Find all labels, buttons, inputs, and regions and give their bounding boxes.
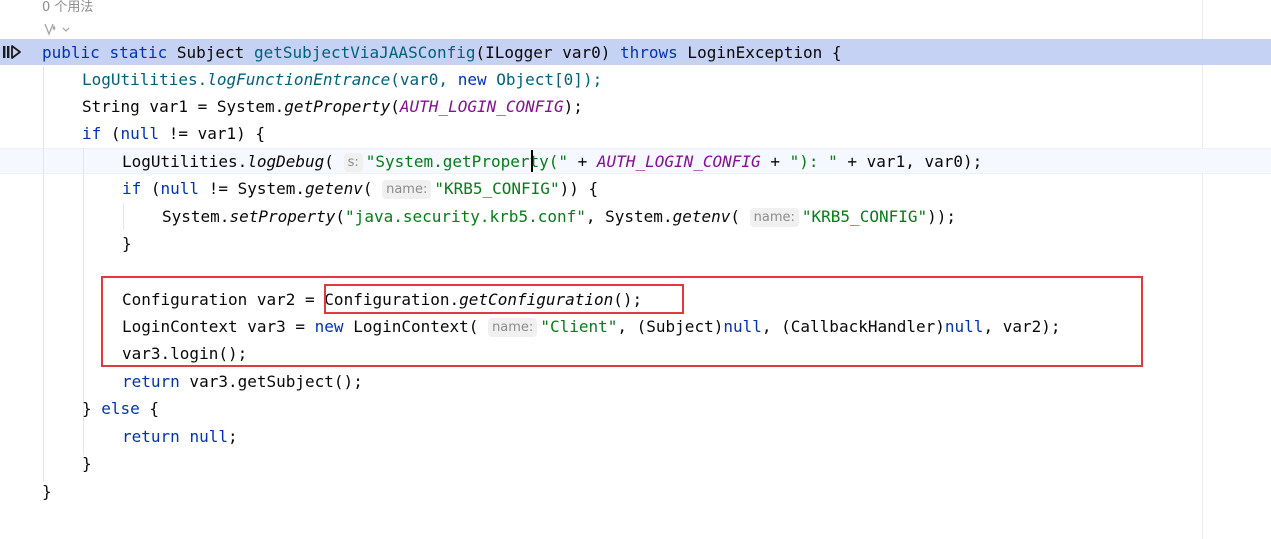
- code-text: != System.: [199, 179, 306, 198]
- keyword: throws: [620, 43, 678, 62]
- keyword: if: [82, 124, 102, 143]
- code-text: , System.: [585, 207, 673, 226]
- string-literal: "KRB5_CONFIG": [801, 207, 928, 226]
- code-line[interactable]: return var3.getSubject();: [122, 368, 363, 395]
- code-text: )) {: [559, 179, 599, 198]
- indent-guide: [123, 203, 124, 230]
- keyword: return: [122, 427, 180, 446]
- code-line[interactable]: }: [42, 478, 52, 505]
- code-text: System.: [162, 207, 230, 226]
- code-text: (var0,: [390, 70, 458, 89]
- parameter-hint: name:: [382, 180, 432, 199]
- code-line[interactable]: if (null != var1) {: [82, 120, 265, 147]
- code-line[interactable]: System.setProperty("java.security.krb5.c…: [162, 203, 956, 230]
- constant: AUTH_LOGIN_CONFIG: [399, 97, 564, 116]
- string-literal: "java.security.krb5.conf": [345, 207, 586, 226]
- keyword: static: [109, 43, 168, 62]
- method-call: setProperty: [229, 207, 336, 226]
- code-text: ));: [927, 207, 957, 226]
- code-text: (: [335, 207, 346, 226]
- code-text: != var1) {: [159, 124, 266, 143]
- execution-point-icon[interactable]: [2, 43, 22, 61]
- code-text: Subject: [176, 43, 254, 62]
- string-literal: "KRB5_CONFIG": [434, 179, 560, 198]
- code-text: }: [82, 399, 102, 418]
- text-caret: [531, 150, 533, 172]
- string-literal: "System.getProperty(": [365, 152, 569, 171]
- code-text: (: [730, 207, 750, 226]
- method-call: logDebug: [247, 152, 325, 171]
- code-line[interactable]: LogUtilities.logDebug( s: "System.getProp…: [122, 148, 982, 175]
- code-line[interactable]: return null;: [122, 423, 238, 450]
- code-line[interactable]: LogUtilities.logFunctionEntrance(var0, n…: [82, 66, 602, 93]
- code-editor[interactable]: 0 个用法 public static Subject getSubjectVi…: [0, 0, 1271, 539]
- constant: AUTH_LOGIN_CONFIG: [596, 152, 761, 171]
- usages-hint[interactable]: 0 个用法: [42, 0, 93, 17]
- code-line[interactable]: }: [82, 450, 92, 477]
- code-text: }: [42, 482, 52, 501]
- code-text: + var1, var0);: [837, 152, 983, 171]
- code-text: LogUtilities.: [82, 70, 208, 89]
- code-text: }: [122, 234, 132, 253]
- keyword: null: [160, 179, 200, 198]
- code-text: +: [760, 152, 790, 171]
- code-text: );: [563, 97, 583, 116]
- string-literal: "): ": [789, 152, 838, 171]
- indent-guide: [43, 66, 44, 482]
- code-text: String var1 = System.: [82, 97, 285, 116]
- keyword: else: [101, 399, 140, 418]
- annotation-box-get-configuration: [324, 284, 684, 314]
- keyword: public: [42, 43, 100, 62]
- code-text: (: [324, 152, 344, 171]
- code-line[interactable]: String var1 = System.getProperty(AUTH_LO…: [82, 93, 583, 120]
- method-call: getenv: [305, 179, 363, 198]
- parameter-hint: name:: [749, 208, 799, 227]
- code-line[interactable]: }: [122, 230, 132, 257]
- code-text: (: [141, 179, 161, 198]
- method-name: getSubjectViaJAASConfig: [253, 43, 476, 62]
- code-line[interactable]: } else {: [82, 395, 159, 422]
- right-margin-guide: [1202, 0, 1203, 539]
- code-line[interactable]: if (null != System.getenv( name: "KRB5_CO…: [122, 175, 598, 202]
- code-text: (ILogger var0): [475, 43, 620, 62]
- code-text: LogUtilities.: [122, 152, 248, 171]
- keyword: return: [122, 372, 180, 391]
- code-line-method-signature[interactable]: public static Subject getSubjectViaJAASC…: [42, 39, 842, 66]
- keyword: null: [120, 124, 160, 143]
- code-text: Object[0]);: [486, 70, 603, 89]
- code-text: var3.getSubject();: [179, 372, 363, 391]
- method-call: getenv: [672, 207, 731, 226]
- code-text: {: [139, 399, 160, 418]
- method-call: getProperty: [284, 97, 391, 116]
- code-text: (: [362, 179, 383, 198]
- keyword: if: [122, 179, 142, 198]
- code-text: (: [390, 97, 400, 116]
- parameter-hint: s:: [343, 153, 363, 172]
- code-text: +: [568, 152, 597, 171]
- code-text: }: [82, 454, 92, 473]
- code-text: LoginException {: [677, 43, 842, 62]
- code-text: ;: [227, 427, 238, 446]
- keyword: new: [457, 70, 487, 89]
- keyword: null: [189, 427, 228, 446]
- code-text: (: [101, 124, 121, 143]
- ai-assist-icon[interactable]: [42, 20, 72, 38]
- method-call: logFunctionEntrance: [207, 70, 391, 89]
